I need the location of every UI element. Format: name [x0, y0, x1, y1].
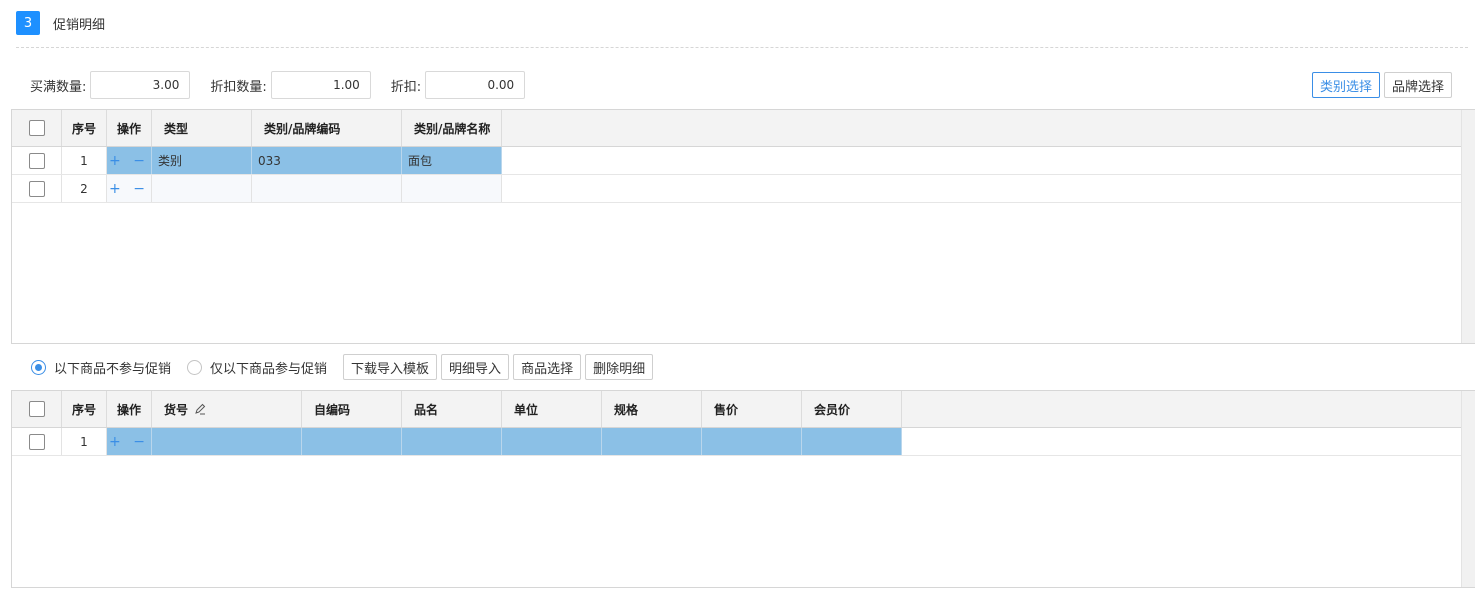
section-header: 3 促销明细: [16, 11, 105, 35]
discount-qty-input[interactable]: [270, 71, 371, 99]
row-type[interactable]: 类别: [152, 147, 252, 174]
header-price[interactable]: 售价: [702, 391, 802, 427]
table-row[interactable]: 1 + −: [12, 428, 1475, 456]
row-seq: 1: [62, 428, 107, 455]
table-row[interactable]: 2 + −: [12, 175, 1475, 203]
section-divider: [16, 47, 1468, 48]
download-template-button[interactable]: 下载导入模板: [343, 354, 438, 380]
header-type[interactable]: 类型: [152, 110, 252, 146]
row-checkbox[interactable]: [28, 180, 45, 197]
add-remove-row-icon[interactable]: + −: [109, 153, 149, 169]
buy-qty-label: 买满数量:: [30, 79, 87, 95]
row-checkbox[interactable]: [28, 152, 45, 169]
row-ops: + −: [107, 175, 152, 202]
header-item-no[interactable]: 货号: [152, 391, 302, 427]
row-item-no[interactable]: [152, 428, 302, 455]
promo-condition-form: 买满数量: 折扣数量: 折扣:: [30, 71, 526, 99]
add-remove-row-icon[interactable]: + −: [109, 181, 149, 197]
row-spec[interactable]: [602, 428, 702, 455]
include-radio-label[interactable]: 仅以下商品参与促销: [210, 358, 327, 377]
row-code[interactable]: [252, 175, 402, 202]
row-seq: 1: [62, 147, 107, 174]
discount-qty-label: 折扣数量:: [210, 79, 267, 95]
row-name[interactable]: 面包: [402, 147, 502, 174]
row-self-code[interactable]: [302, 428, 402, 455]
row-ops: + −: [107, 428, 152, 455]
header-seq: 序号: [62, 391, 107, 427]
participation-mode-row: 以下商品不参与促销 仅以下商品参与促销 下载导入模板 明细导入 商品选择 删除明…: [31, 354, 654, 380]
header-code[interactable]: 类别/品牌编码: [252, 110, 402, 146]
grid-header: 序号 操作 货号 自编码 品名 单位 规格 售价 会员价: [12, 391, 1475, 428]
grid-header: 序号 操作 类型 类别/品牌编码 类别/品牌名称: [12, 110, 1475, 147]
pencil-icon[interactable]: [194, 403, 206, 415]
row-check-cell: [12, 175, 62, 202]
brand-select-button[interactable]: 品牌选择: [1383, 72, 1452, 98]
exclude-radio-label[interactable]: 以下商品不参与促销: [54, 358, 171, 377]
header-name[interactable]: 类别/品牌名称: [402, 110, 502, 146]
row-ops: + −: [107, 147, 152, 174]
header-seq: 序号: [62, 110, 107, 146]
row-product-name[interactable]: [402, 428, 502, 455]
category-brand-grid: 序号 操作 类型 类别/品牌编码 类别/品牌名称 1 + − 类别 033 面包…: [11, 109, 1475, 344]
row-seq: 2: [62, 175, 107, 202]
delete-detail-button[interactable]: 删除明细: [585, 354, 654, 380]
header-self-code[interactable]: 自编码: [302, 391, 402, 427]
import-detail-button[interactable]: 明细导入: [441, 354, 510, 380]
table-row[interactable]: 1 + − 类别 033 面包: [12, 147, 1475, 175]
buy-qty-input[interactable]: [90, 71, 191, 99]
exclude-radio[interactable]: [31, 359, 46, 375]
step-badge: 3: [16, 11, 40, 35]
top-button-group: 类别选择 品牌选择: [1311, 72, 1452, 98]
header-ops: 操作: [107, 391, 152, 427]
row-name[interactable]: [402, 175, 502, 202]
row-price[interactable]: [702, 428, 802, 455]
category-select-button[interactable]: 类别选择: [1311, 72, 1380, 98]
select-all-checkbox[interactable]: [28, 120, 45, 136]
row-type[interactable]: [152, 175, 252, 202]
header-item-no-label: 货号: [164, 402, 189, 417]
goods-select-button[interactable]: 商品选择: [513, 354, 582, 380]
header-product-name[interactable]: 品名: [402, 391, 502, 427]
vertical-scrollbar[interactable]: [1461, 391, 1475, 587]
header-spec[interactable]: 规格: [602, 391, 702, 427]
discount-label: 折扣:: [390, 79, 422, 95]
select-all-cell: [12, 110, 62, 146]
discount-input[interactable]: [425, 71, 526, 99]
header-unit[interactable]: 单位: [502, 391, 602, 427]
row-check-cell: [12, 428, 62, 455]
add-remove-row-icon[interactable]: + −: [109, 434, 149, 450]
header-ops: 操作: [107, 110, 152, 146]
row-member-price[interactable]: [802, 428, 902, 455]
select-all-cell: [12, 391, 62, 427]
include-radio[interactable]: [187, 359, 203, 375]
row-code[interactable]: 033: [252, 147, 402, 174]
header-member-price[interactable]: 会员价: [802, 391, 902, 427]
select-all-checkbox[interactable]: [28, 401, 45, 417]
section-title: 促销明细: [53, 17, 106, 33]
row-unit[interactable]: [502, 428, 602, 455]
goods-detail-grid: 序号 操作 货号 自编码 品名 单位 规格 售价 会员价 1 + −: [11, 390, 1475, 588]
row-checkbox[interactable]: [28, 433, 45, 450]
row-check-cell: [12, 147, 62, 174]
vertical-scrollbar[interactable]: [1461, 110, 1475, 343]
